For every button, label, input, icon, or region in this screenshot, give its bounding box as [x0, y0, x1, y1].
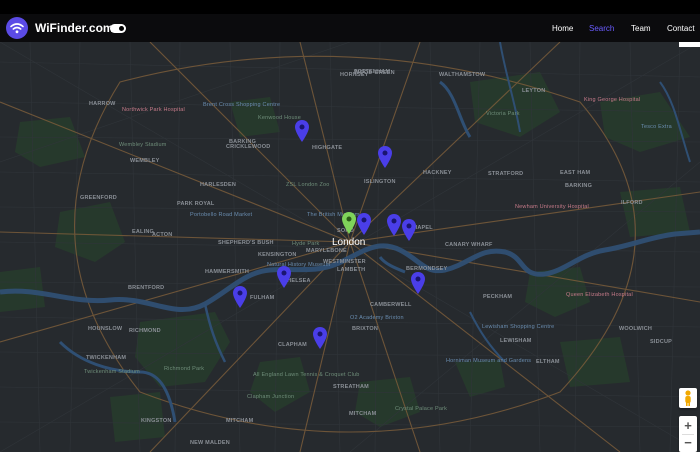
map-area-label: ACTON — [152, 232, 173, 238]
map-area-label: KENSINGTON — [258, 252, 297, 258]
map-area-label: HARROW — [89, 101, 116, 107]
map-area-label: WOOLWICH — [619, 326, 653, 332]
map-poi-label: King George Hospital — [584, 97, 641, 103]
map-poi-label: Richmond Park — [164, 366, 205, 372]
map-pin[interactable] — [233, 286, 247, 308]
map-area-label: HIGHGATE — [312, 145, 343, 151]
map-poi-label: Northwick Park Hospital — [122, 107, 185, 113]
window-top-strip — [0, 0, 700, 14]
theme-toggle[interactable] — [110, 24, 126, 33]
map-pin[interactable] — [402, 219, 416, 241]
map-poi-label: Clapham Junction — [247, 394, 295, 400]
zoom-in-button[interactable]: + — [679, 418, 697, 434]
map-area-label: STREATHAM — [333, 384, 369, 390]
map-area-label: LAMBETH — [337, 267, 366, 273]
map-view[interactable]: London BARKING ISLINGTON SOHO MARYLEBONE… — [0, 42, 700, 452]
map-area-label: CAMBERWELL — [370, 302, 412, 308]
map-poi-label: Crystal Palace Park — [395, 406, 448, 412]
map-area-label: WALTHAMSTOW — [439, 72, 486, 78]
fullscreen-button-edge[interactable] — [679, 42, 700, 47]
city-label: London — [332, 237, 366, 248]
map-poi-label: All England Lawn Tennis & Croquet Club — [253, 372, 360, 378]
map-poi-label: Twickenham Stadium — [84, 369, 140, 375]
pegman-icon — [685, 390, 691, 406]
map-poi-label: Queen Elizabeth Hospital — [566, 292, 633, 298]
brand-name[interactable]: WiFinder.com — [35, 21, 114, 35]
map-poi-label: Lewisham Shopping Centre — [482, 324, 555, 330]
map-poi-label: Brent Cross Shopping Centre — [203, 102, 281, 108]
map-area-label: ILFORD — [621, 200, 643, 206]
map-area-label: WEMBLEY — [130, 158, 160, 164]
map-area-label: SIDCUP — [650, 339, 672, 345]
street-view-pegman[interactable] — [679, 388, 697, 408]
map-area-label: BRIXTON — [352, 326, 379, 332]
map-area-label: HARLESDEN — [200, 182, 237, 188]
map-area-label: CANARY WHARF — [445, 242, 493, 248]
map-area-label: GREENFORD — [80, 195, 117, 201]
map-area-label: ELTHAM — [536, 359, 560, 365]
map-area-label: RICHMOND — [129, 328, 161, 334]
map-area-label: BRENTFORD — [128, 285, 165, 291]
map-poi-label: Portobello Road Market — [190, 212, 253, 218]
map-area-label: HOUNSLOW — [88, 326, 123, 332]
map-area-label: BARKING — [565, 183, 593, 189]
map-poi-label: Horniman Museum and Gardens — [446, 358, 532, 364]
map-poi-label: Wembley Stadium — [119, 142, 167, 148]
map-pin[interactable] — [411, 272, 425, 294]
map-area-label: SHEPHERD'S BUSH — [218, 240, 274, 246]
map-area-label: CLAPHAM — [278, 342, 307, 348]
map-area-label: HACKNEY — [423, 170, 452, 176]
map-area-label: KINGSTON — [141, 418, 172, 424]
map-poi-label: ZSL London Zoo — [286, 182, 330, 188]
zoom-control: + − — [679, 416, 697, 452]
map-area-label: LEYTON — [522, 88, 546, 94]
map-area-label: EAST HAM — [560, 170, 591, 176]
map-pin[interactable] — [387, 214, 401, 236]
map-area-label: EALING — [132, 229, 154, 235]
map-poi-label: Hyde Park — [292, 241, 320, 247]
map-poi-label: Victoria Park — [486, 111, 520, 117]
map-area-label: ISLINGTON — [364, 179, 396, 185]
nav-search[interactable]: Search — [589, 24, 614, 33]
map-area-label: CRICKLEWOOD — [226, 144, 271, 150]
zoom-out-button[interactable]: − — [679, 435, 697, 451]
map-area-label: MARYLEBONE — [306, 248, 347, 254]
map-area-label: NEW MALDEN — [190, 440, 230, 446]
wifi-logo-icon[interactable] — [6, 17, 28, 39]
map-poi-label: O2 Academy Brixton — [350, 315, 404, 321]
map-area-label: LEWISHAM — [500, 338, 532, 344]
map-pin[interactable] — [313, 327, 327, 349]
map-pin[interactable] — [357, 213, 371, 235]
map-pin[interactable] — [277, 266, 291, 288]
map-area-label: STRATFORD — [488, 171, 524, 177]
map-area-label: HAMMERSMITH — [205, 269, 250, 275]
nav-home[interactable]: Home — [552, 24, 573, 33]
map-area-label: TWICKENHAM — [86, 355, 127, 361]
map-area-label: PARK ROYAL — [177, 201, 215, 207]
map-pin[interactable] — [378, 146, 392, 168]
toggle-knob — [119, 26, 124, 31]
map-pin-selected[interactable] — [342, 212, 356, 234]
map-poi-label: Newham University Hospital — [515, 204, 589, 210]
map-area-label: TOTTENHAM — [354, 69, 391, 75]
map-area-label: MITCHAM — [226, 418, 254, 424]
nav-team[interactable]: Team — [631, 24, 651, 33]
map-pin[interactable] — [295, 120, 309, 142]
map-area-label: MITCHAM — [349, 411, 377, 417]
map-poi-label: Tesco Extra — [641, 124, 672, 130]
nav-contact[interactable]: Contact — [667, 24, 695, 33]
map-area-label: FULHAM — [250, 295, 275, 301]
map-area-label: PECKHAM — [483, 294, 513, 300]
